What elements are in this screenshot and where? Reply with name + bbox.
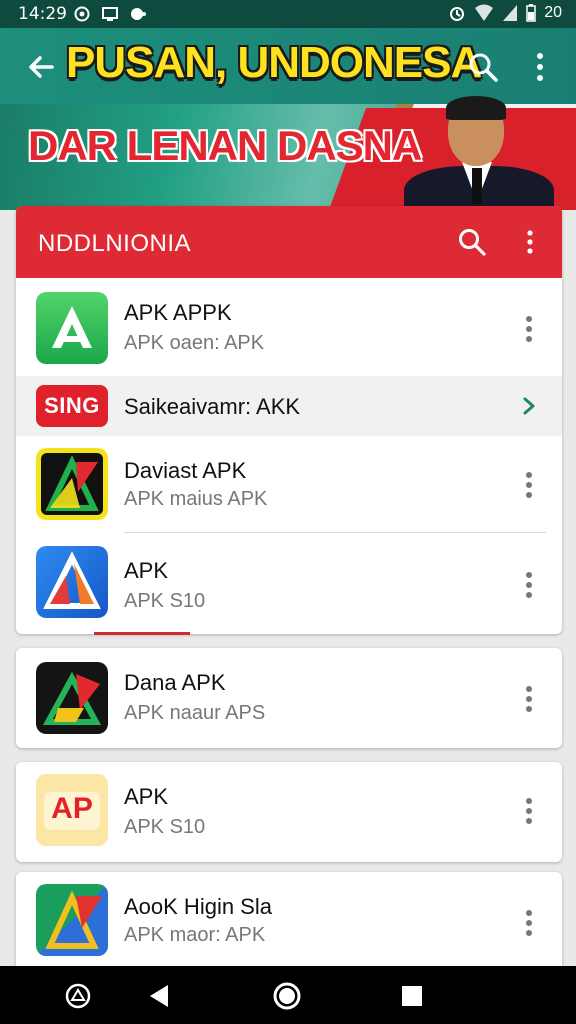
location-icon bbox=[74, 6, 90, 22]
list-item-highlighted[interactable]: SING Saikeaivamr: AKK bbox=[16, 376, 562, 436]
list-item[interactable]: AooK Higin Sla APK maor: APK bbox=[16, 872, 562, 976]
more-options-icon[interactable] bbox=[520, 314, 538, 344]
more-options-icon[interactable] bbox=[530, 50, 550, 84]
list-item[interactable]: Dana APK APK naaur APS bbox=[16, 648, 562, 748]
more-options-icon[interactable] bbox=[520, 684, 538, 714]
app-subtitle: APK maius APK bbox=[124, 488, 268, 510]
app-list-card: NDDLNIONIA APK APPK APK oaen: APK SING S… bbox=[16, 206, 562, 634]
app-subtitle: APK maor: APK bbox=[124, 924, 266, 946]
official-portrait bbox=[404, 96, 554, 210]
navigation-bar bbox=[0, 966, 576, 1024]
banner-title: PUSAN, UNDONESA bbox=[66, 38, 482, 87]
recents-icon[interactable] bbox=[396, 980, 428, 1012]
app-name: Saikeaivamr: AKK bbox=[124, 394, 301, 419]
app-name: APK APPK bbox=[124, 300, 232, 325]
ap-badge-icon: AP bbox=[36, 774, 108, 846]
signal-icon bbox=[503, 5, 518, 21]
banner-subtitle: DAR LENAN DASNA bbox=[28, 122, 422, 169]
divider bbox=[124, 532, 546, 533]
app-name: Dana APK bbox=[124, 670, 226, 695]
status-bar: 14:29 20 bbox=[0, 0, 576, 28]
app-subtitle: APK S10 bbox=[124, 590, 206, 612]
status-right: 20 bbox=[448, 4, 562, 22]
yellow-triangle-icon bbox=[36, 448, 108, 520]
chevron-right-icon[interactable] bbox=[520, 396, 538, 416]
alarm-icon bbox=[450, 7, 465, 21]
home-icon[interactable] bbox=[271, 980, 303, 1012]
list-item[interactable]: AP APK APK S10 bbox=[16, 762, 562, 862]
dark-triangle-icon bbox=[36, 662, 108, 734]
ap-badge-text: AP bbox=[51, 792, 93, 825]
app-name: APK bbox=[124, 558, 169, 583]
more-options-icon[interactable] bbox=[520, 470, 538, 500]
list-item[interactable]: APK APK S10 bbox=[16, 534, 562, 634]
assistant-icon[interactable] bbox=[62, 980, 94, 1012]
green-triangle-icon bbox=[36, 292, 108, 364]
card-title: NDDLNIONIA bbox=[38, 230, 192, 257]
sing-badge-icon: SING bbox=[36, 385, 108, 427]
blue-triangle-icon bbox=[36, 546, 108, 618]
card-more-icon[interactable] bbox=[520, 226, 540, 258]
card-header: NDDLNIONIA bbox=[16, 206, 562, 278]
app-card[interactable]: AP APK APK S10 bbox=[16, 762, 562, 862]
more-options-icon[interactable] bbox=[520, 570, 538, 600]
status-time: 14:29 bbox=[18, 4, 67, 24]
app-name: Daviast APK bbox=[124, 458, 247, 483]
app-subtitle: APK oaen: APK bbox=[124, 332, 265, 354]
app-name: APK bbox=[124, 784, 169, 809]
list-item[interactable]: APK APPK APK oaen: APK bbox=[16, 278, 562, 376]
cloud-icon bbox=[131, 8, 146, 20]
status-right-text: 20 bbox=[544, 4, 562, 21]
app-card[interactable]: Dana APK APK naaur APS bbox=[16, 648, 562, 748]
app-name: AooK Higin Sla bbox=[124, 894, 272, 919]
search-icon[interactable] bbox=[466, 50, 500, 84]
wifi-icon bbox=[475, 4, 494, 21]
app-subtitle: APK S10 bbox=[124, 816, 206, 838]
list-item[interactable]: Daviast APK APK maius APK bbox=[16, 436, 562, 534]
back-icon[interactable] bbox=[144, 980, 176, 1012]
app-subtitle: APK naaur APS bbox=[124, 702, 266, 724]
card-search-icon[interactable] bbox=[456, 226, 488, 258]
colorful-triangle-icon bbox=[36, 884, 108, 956]
accent-underline bbox=[94, 632, 190, 635]
screen-icon bbox=[102, 7, 118, 21]
more-options-icon[interactable] bbox=[520, 908, 538, 938]
battery-icon bbox=[526, 4, 536, 22]
header-banner: PUSAN, UNDONESA DAR LENAN DASNA bbox=[0, 28, 576, 210]
more-options-icon[interactable] bbox=[520, 796, 538, 826]
app-card[interactable]: AooK Higin Sla APK maor: APK bbox=[16, 872, 562, 976]
back-arrow-icon[interactable] bbox=[24, 50, 58, 84]
